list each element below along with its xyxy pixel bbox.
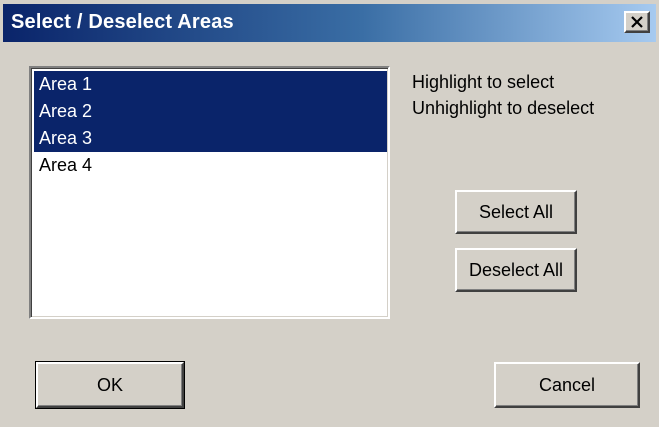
ok-button[interactable]: OK [35, 361, 185, 409]
cancel-button[interactable]: Cancel [494, 362, 640, 408]
list-item-area-2[interactable]: Area 2 [34, 98, 387, 125]
window-title: Select / Deselect Areas [11, 11, 234, 33]
list-item-area-4[interactable]: Area 4 [34, 152, 387, 179]
list-item-area-1[interactable]: Area 1 [34, 71, 387, 98]
hint-deselect-text: Unhighlight to deselect [412, 98, 595, 118]
list-item-area-3[interactable]: Area 3 [34, 125, 387, 152]
close-button[interactable] [624, 11, 650, 33]
select-all-button[interactable]: Select All [455, 190, 577, 234]
select-deselect-areas-dialog: Select / Deselect Areas Area 1 Area 2 Ar… [0, 0, 659, 427]
area-listbox[interactable]: Area 1 Area 2 Area 3 Area 4 [29, 66, 390, 319]
title-bar[interactable]: Select / Deselect Areas [3, 4, 656, 42]
close-icon [631, 16, 643, 28]
hint-select-text: Highlight to select [412, 72, 555, 92]
deselect-all-button[interactable]: Deselect All [455, 248, 577, 292]
